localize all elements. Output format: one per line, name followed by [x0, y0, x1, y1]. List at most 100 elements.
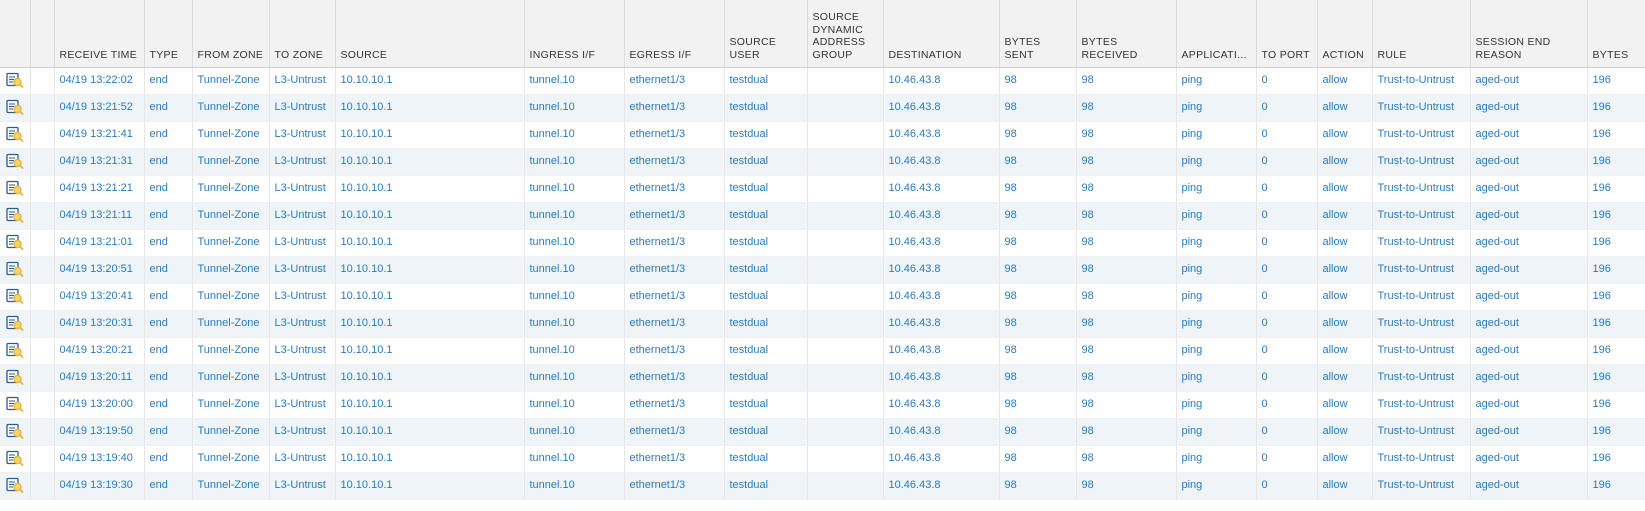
- cell-egress-if[interactable]: ethernet1/3: [624, 148, 725, 176]
- cell-rule[interactable]: Trust-to-Untrust: [1372, 310, 1471, 338]
- cell-egress-if[interactable]: ethernet1/3: [624, 94, 725, 122]
- table-row[interactable]: 04/19 13:21:41 end Tunnel-Zone L3-Untrust 10…: [0, 121, 1645, 149]
- cell-ingress-if[interactable]: tunnel.10: [524, 445, 625, 473]
- cell-to-zone[interactable]: L3-Untrust: [269, 94, 336, 122]
- cell-session-end-reason[interactable]: aged-out: [1470, 256, 1588, 284]
- cell-receive-time[interactable]: 04/19 13:21:01: [54, 229, 145, 257]
- cell-session-end-reason[interactable]: aged-out: [1470, 364, 1588, 392]
- cell-source-dag[interactable]: [807, 445, 884, 473]
- cell-action[interactable]: allow: [1317, 337, 1373, 365]
- cell-to-port[interactable]: 0: [1256, 391, 1318, 419]
- log-detail-icon[interactable]: [6, 99, 24, 115]
- cell-destination[interactable]: 10.46.43.8: [883, 148, 1000, 176]
- cell-bytes-received[interactable]: 98: [1076, 364, 1177, 392]
- cell-source-dag[interactable]: [807, 391, 884, 419]
- cell-session-end-reason[interactable]: aged-out: [1470, 391, 1588, 419]
- cell-bytes-sent[interactable]: 98: [999, 445, 1077, 473]
- cell-source[interactable]: 10.10.10.1: [335, 364, 525, 392]
- cell-type[interactable]: end: [144, 175, 193, 203]
- cell-to-port[interactable]: 0: [1256, 472, 1318, 500]
- cell-source[interactable]: 10.10.10.1: [335, 472, 525, 500]
- cell-bytes-received[interactable]: 98: [1076, 148, 1177, 176]
- cell-type[interactable]: end: [144, 202, 193, 230]
- cell-source-user[interactable]: testdual: [724, 445, 808, 473]
- cell-source[interactable]: 10.10.10.1: [335, 391, 525, 419]
- log-detail-icon[interactable]: [6, 72, 24, 88]
- cell-bytes-received[interactable]: 98: [1076, 256, 1177, 284]
- cell-source[interactable]: 10.10.10.1: [335, 283, 525, 311]
- cell-egress-if[interactable]: ethernet1/3: [624, 418, 725, 446]
- cell-bytes-sent[interactable]: 98: [999, 67, 1077, 95]
- cell-ingress-if[interactable]: tunnel.10: [524, 256, 625, 284]
- cell-source-user[interactable]: testdual: [724, 337, 808, 365]
- cell-bytes-received[interactable]: 98: [1076, 283, 1177, 311]
- cell-to-port[interactable]: 0: [1256, 256, 1318, 284]
- log-detail-icon[interactable]: [6, 396, 24, 412]
- cell-receive-time[interactable]: 04/19 13:20:51: [54, 256, 145, 284]
- cell-ingress-if[interactable]: tunnel.10: [524, 310, 625, 338]
- cell-application[interactable]: ping: [1176, 121, 1257, 149]
- cell-from-zone[interactable]: Tunnel-Zone: [192, 391, 270, 419]
- cell-source-dag[interactable]: [807, 67, 884, 95]
- cell-type[interactable]: end: [144, 445, 193, 473]
- log-detail-icon[interactable]: [6, 369, 24, 385]
- cell-source[interactable]: 10.10.10.1: [335, 310, 525, 338]
- cell-application[interactable]: ping: [1176, 229, 1257, 257]
- cell-from-zone[interactable]: Tunnel-Zone: [192, 337, 270, 365]
- log-detail-icon[interactable]: [6, 153, 24, 169]
- cell-action[interactable]: allow: [1317, 283, 1373, 311]
- cell-source-dag[interactable]: [807, 283, 884, 311]
- cell-bytes-received[interactable]: 98: [1076, 175, 1177, 203]
- cell-rule[interactable]: Trust-to-Untrust: [1372, 148, 1471, 176]
- cell-receive-time[interactable]: 04/19 13:21:21: [54, 175, 145, 203]
- cell-from-zone[interactable]: Tunnel-Zone: [192, 67, 270, 95]
- log-detail-icon[interactable]: [6, 450, 24, 466]
- cell-to-zone[interactable]: L3-Untrust: [269, 229, 336, 257]
- cell-type[interactable]: end: [144, 418, 193, 446]
- cell-source[interactable]: 10.10.10.1: [335, 121, 525, 149]
- log-detail-icon[interactable]: [6, 207, 24, 223]
- cell-destination[interactable]: 10.46.43.8: [883, 256, 1000, 284]
- cell-from-zone[interactable]: Tunnel-Zone: [192, 229, 270, 257]
- cell-session-end-reason[interactable]: aged-out: [1470, 310, 1588, 338]
- cell-to-zone[interactable]: L3-Untrust: [269, 472, 336, 500]
- cell-to-port[interactable]: 0: [1256, 175, 1318, 203]
- cell-from-zone[interactable]: Tunnel-Zone: [192, 310, 270, 338]
- cell-action[interactable]: allow: [1317, 175, 1373, 203]
- cell-source[interactable]: 10.10.10.1: [335, 256, 525, 284]
- column-header-bytes[interactable]: BYTES: [1587, 0, 1645, 68]
- cell-rule[interactable]: Trust-to-Untrust: [1372, 121, 1471, 149]
- cell-source-user[interactable]: testdual: [724, 202, 808, 230]
- cell-source-dag[interactable]: [807, 229, 884, 257]
- cell-to-port[interactable]: 0: [1256, 202, 1318, 230]
- cell-source-dag[interactable]: [807, 337, 884, 365]
- cell-from-zone[interactable]: Tunnel-Zone: [192, 445, 270, 473]
- cell-bytes-received[interactable]: 98: [1076, 202, 1177, 230]
- cell-to-zone[interactable]: L3-Untrust: [269, 175, 336, 203]
- cell-ingress-if[interactable]: tunnel.10: [524, 175, 625, 203]
- cell-bytes-received[interactable]: 98: [1076, 418, 1177, 446]
- column-header-source-dag[interactable]: SOURCE DYNAMIC ADDRESS GROUP: [807, 0, 884, 68]
- cell-session-end-reason[interactable]: aged-out: [1470, 418, 1588, 446]
- column-header-egress-if[interactable]: EGRESS I/F: [624, 0, 725, 68]
- cell-rule[interactable]: Trust-to-Untrust: [1372, 67, 1471, 95]
- cell-session-end-reason[interactable]: aged-out: [1470, 175, 1588, 203]
- cell-bytes-sent[interactable]: 98: [999, 256, 1077, 284]
- cell-action[interactable]: allow: [1317, 229, 1373, 257]
- cell-bytes-received[interactable]: 98: [1076, 310, 1177, 338]
- cell-source[interactable]: 10.10.10.1: [335, 418, 525, 446]
- column-header-bytes-received[interactable]: BYTES RECEIVED: [1076, 0, 1177, 68]
- table-row[interactable]: 04/19 13:20:31 end Tunnel-Zone L3-Untrust 10…: [0, 310, 1645, 338]
- cell-type[interactable]: end: [144, 121, 193, 149]
- cell-application[interactable]: ping: [1176, 310, 1257, 338]
- cell-to-port[interactable]: 0: [1256, 67, 1318, 95]
- cell-source-dag[interactable]: [807, 364, 884, 392]
- table-row[interactable]: 04/19 13:19:50 end Tunnel-Zone L3-Untrust 10…: [0, 418, 1645, 446]
- cell-to-port[interactable]: 0: [1256, 94, 1318, 122]
- cell-bytes[interactable]: 196: [1587, 391, 1645, 419]
- cell-bytes[interactable]: 196: [1587, 202, 1645, 230]
- cell-bytes[interactable]: 196: [1587, 229, 1645, 257]
- cell-destination[interactable]: 10.46.43.8: [883, 337, 1000, 365]
- cell-application[interactable]: ping: [1176, 94, 1257, 122]
- cell-bytes-sent[interactable]: 98: [999, 310, 1077, 338]
